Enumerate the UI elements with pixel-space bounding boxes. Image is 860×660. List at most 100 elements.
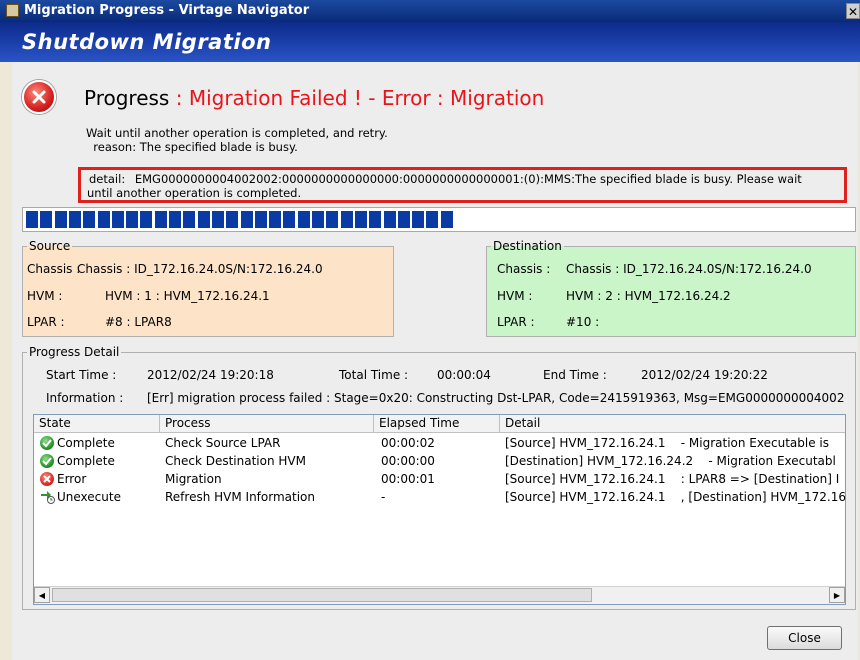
progress-segment — [440, 211, 453, 228]
window-close-button[interactable]: ✕ — [846, 3, 860, 19]
progress-segment — [154, 211, 167, 228]
destination-legend: Destination — [493, 239, 562, 253]
start-time-value: 2012/02/24 19:20:18 — [147, 368, 274, 382]
progress-segment — [68, 211, 81, 228]
progress-segment — [169, 211, 181, 228]
progress-segment — [126, 211, 139, 228]
progress-segment — [354, 211, 367, 228]
progress-segment — [240, 211, 253, 228]
end-time-value: 2012/02/24 19:20:22 — [641, 368, 768, 382]
error-icon — [40, 472, 54, 486]
row-detail: [Source] HVM_172.16.24.1 - Migration Exe… — [505, 436, 829, 450]
scroll-right-icon[interactable]: ▶ — [829, 587, 845, 603]
row-process: Migration — [165, 472, 222, 486]
detail-text-continued: until another operation is completed. — [87, 186, 302, 200]
row-elapsed-time: - — [381, 490, 386, 504]
detail-text: EMG0000000004002002:0000000000000000:000… — [134, 172, 802, 186]
row-elapsed-time: 00:00:02 — [381, 436, 435, 450]
title-bar[interactable]: Migration Progress - Virtage Navigator ✕ — [0, 0, 860, 22]
progress-segment — [40, 211, 53, 228]
source-legend: Source — [29, 239, 71, 253]
progress-segment — [54, 211, 67, 228]
column-header-state[interactable]: State — [34, 415, 160, 432]
progress-status-heading: Progress : Migration Failed ! - Error : … — [84, 86, 544, 110]
progress-detail-legend: Progress Detail — [29, 345, 120, 359]
progress-segment — [383, 211, 396, 228]
window-title: Migration Progress - Virtage Navigator — [24, 3, 310, 18]
progress-segment — [297, 211, 310, 228]
progress-segment — [269, 211, 282, 228]
destination-lpar-label: LPAR : — [497, 315, 535, 329]
table-header: State Process Elapsed Time Detail — [34, 415, 845, 433]
error-icon — [22, 80, 56, 114]
progress-label: Progress — [84, 86, 170, 110]
close-button[interactable]: Close — [767, 626, 842, 650]
table-row[interactable]: Complete Check Destination HVM 00:00:00 … — [34, 452, 845, 470]
progress-segment — [226, 211, 239, 228]
end-time-label: End Time : — [543, 368, 607, 382]
destination-hvm-label: HVM : — [497, 289, 533, 303]
progress-segment — [340, 211, 353, 228]
row-elapsed-time: 00:00:01 — [381, 472, 435, 486]
row-state: Complete — [57, 454, 115, 468]
scroll-left-icon[interactable]: ◀ — [34, 587, 50, 603]
source-group: Source — [22, 239, 394, 337]
progress-segment — [254, 211, 267, 228]
row-state: Unexecute — [57, 490, 121, 504]
destination-chassis-label: Chassis : — [497, 262, 551, 276]
table-row[interactable]: Complete Check Source LPAR 00:00:02 [Sou… — [34, 434, 845, 452]
row-process: Check Destination HVM — [165, 454, 306, 468]
row-elapsed-time: 00:00:00 — [381, 454, 435, 468]
wait-message: Wait until another operation is complete… — [86, 126, 388, 154]
progress-segment — [369, 211, 382, 228]
destination-lpar-value: #10 : — [566, 315, 600, 329]
progress-segment — [197, 211, 210, 228]
information-value: [Err] migration process failed : Stage=0… — [147, 391, 845, 405]
progress-segment — [83, 211, 96, 228]
detail-label: detail: — [89, 172, 126, 186]
progress-segment — [312, 211, 324, 228]
row-state: Error — [57, 472, 87, 486]
source-chassis-value: Chassis : ID_172.16.24.0S/N:172.16.24.0 — [77, 262, 323, 276]
progress-segment — [412, 211, 425, 228]
source-hvm-label: HVM : — [27, 289, 63, 303]
app-icon — [6, 4, 19, 17]
progress-segment — [211, 211, 224, 228]
destination-hvm-value: HVM : 2 : HVM_172.16.24.2 — [566, 289, 731, 303]
progress-segment — [326, 211, 339, 228]
scrollbar-thumb[interactable] — [52, 588, 592, 602]
unexecute-icon — [40, 490, 55, 504]
progress-segment — [397, 211, 410, 228]
horizontal-scrollbar[interactable]: ◀ ▶ — [34, 586, 845, 604]
destination-chassis-value: Chassis : ID_172.16.24.0S/N:172.16.24.0 — [566, 262, 812, 276]
total-time-label: Total Time : — [339, 368, 409, 382]
header-banner: Shutdown Migration — [0, 22, 860, 62]
wait-line: Wait until another operation is complete… — [86, 126, 388, 140]
row-process: Check Source LPAR — [165, 436, 281, 450]
progress-segment — [111, 211, 124, 228]
row-detail: [Source] HVM_172.16.24.1 : LPAR8 => [Des… — [505, 472, 840, 486]
failure-message: Migration Failed ! - Error : Migration — [188, 86, 545, 110]
check-icon — [40, 454, 54, 468]
start-time-label: Start Time : — [46, 368, 117, 382]
check-icon — [40, 436, 54, 450]
information-label: Information : — [46, 391, 124, 405]
row-detail: [Destination] HVM_172.16.24.2 - Migratio… — [505, 454, 836, 468]
progress-segment — [26, 211, 38, 228]
progress-segment — [97, 211, 110, 228]
progress-segment — [426, 211, 439, 228]
migration-progress-window: Migration Progress - Virtage Navigator ✕… — [0, 0, 860, 660]
row-state: Complete — [57, 436, 115, 450]
column-header-detail[interactable]: Detail — [500, 415, 845, 432]
row-process: Refresh HVM Information — [165, 490, 315, 504]
column-header-process[interactable]: Process — [160, 415, 374, 432]
source-chassis-label: Chassis : — [27, 262, 81, 276]
column-header-elapsed-time[interactable]: Elapsed Time — [374, 415, 500, 432]
destination-group: Destination — [486, 239, 856, 337]
progress-segment — [140, 211, 153, 228]
table-row[interactable]: Unexecute Refresh HVM Information - [Sou… — [34, 488, 845, 506]
source-hvm-value: HVM : 1 : HVM_172.16.24.1 — [105, 289, 270, 303]
table-row[interactable]: Error Migration 00:00:01 [Source] HVM_17… — [34, 470, 845, 488]
source-lpar-value: #8 : LPAR8 — [105, 315, 172, 329]
progress-table[interactable]: State Process Elapsed Time Detail Comple… — [33, 414, 846, 605]
